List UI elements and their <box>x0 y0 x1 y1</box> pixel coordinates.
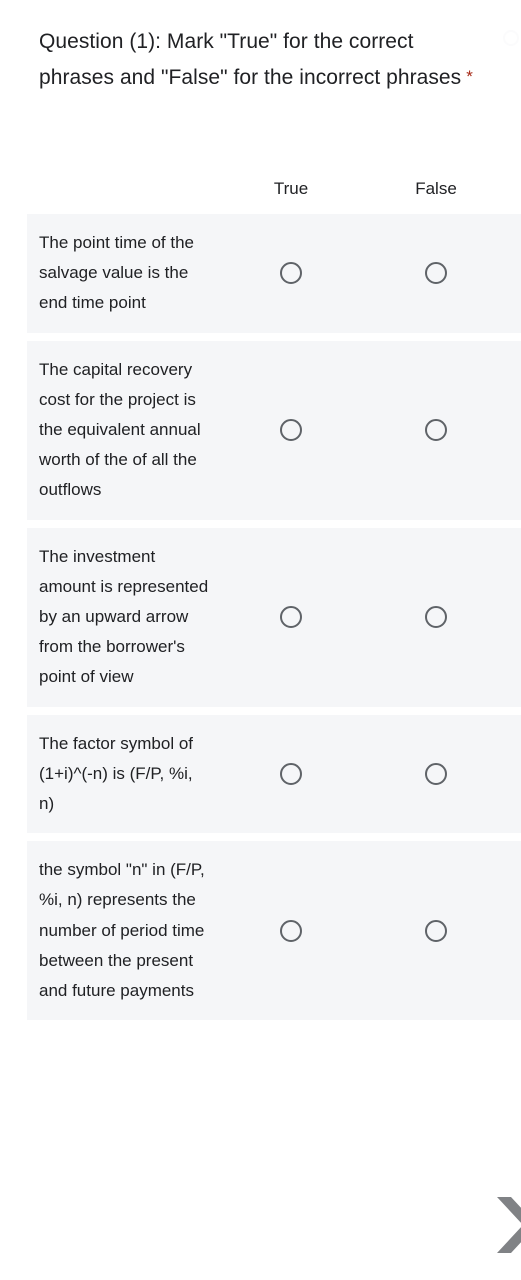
radio-true[interactable] <box>280 419 302 442</box>
radio-false[interactable] <box>425 919 447 942</box>
row-label: The point time of the salvage value is t… <box>39 233 194 313</box>
question-card: Question (1): Mark "True" for the correc… <box>0 0 521 1280</box>
radio-true[interactable] <box>280 262 302 285</box>
radio-false[interactable] <box>425 606 447 629</box>
table-row: The capital recovery cost for the projec… <box>27 340 521 520</box>
row-label: The investment amount is represented by … <box>39 546 209 687</box>
radio-false[interactable] <box>425 762 447 785</box>
row-label: The factor symbol of (1+i)^(-n) is (F/P,… <box>39 733 194 814</box>
column-header-false: False <box>415 179 457 198</box>
question-header: Question (1): Mark "True" for the correc… <box>0 0 521 95</box>
table-row: The factor symbol of (1+i)^(-n) is (F/P,… <box>27 714 521 834</box>
radio-false[interactable] <box>425 419 447 442</box>
radio-true[interactable] <box>280 919 302 942</box>
radio-true[interactable] <box>280 762 302 785</box>
radio-false[interactable] <box>425 262 447 285</box>
table-row: The investment amount is represented by … <box>27 527 521 707</box>
chevron-right-icon[interactable] <box>497 1197 521 1253</box>
table-row: The point time of the salvage value is t… <box>27 214 521 333</box>
radio-true[interactable] <box>280 606 302 629</box>
grid-rows: The point time of the salvage value is t… <box>0 214 521 1028</box>
row-label: the symbol "n" in (F/P, %i, n) represent… <box>39 860 205 1001</box>
required-asterisk: * <box>466 66 473 86</box>
partial-circle-icon <box>503 30 519 46</box>
table-row: the symbol "n" in (F/P, %i, n) represent… <box>27 841 521 1021</box>
page-title: Question (1): Mark "True" for the correc… <box>39 30 462 89</box>
grid-column-headers: True False <box>0 176 521 202</box>
row-label: The capital recovery cost for the projec… <box>39 359 201 500</box>
column-header-true: True <box>273 179 309 198</box>
